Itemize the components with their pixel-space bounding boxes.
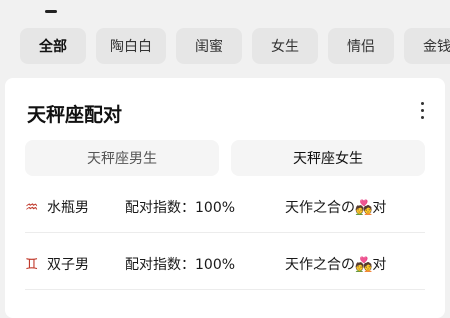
match-row[interactable]: ♒ 水瓶男 配对指数：100% 天作之合の💑对 (25, 183, 425, 231)
gemini-icon: ♊ (25, 255, 39, 273)
more-vertical-icon[interactable] (421, 102, 425, 120)
match-result: 天作之合の💑对 (285, 200, 387, 216)
male-sign: 双子男 (47, 257, 89, 273)
match-result: 天作之合の💑对 (285, 257, 387, 273)
match-score: 配对指数：100% (125, 200, 236, 216)
header-female: 天秤座女生 (231, 140, 425, 176)
row-divider (25, 289, 425, 290)
gender-header: 天秤座男生 天秤座女生 (25, 140, 425, 176)
aquarius-icon: ♒ (25, 198, 39, 216)
match-row[interactable]: ♊ 双子男 配对指数：100% 天作之合の💑对 (25, 240, 425, 288)
header-male: 天秤座男生 (25, 140, 219, 176)
match-score: 配对指数：100% (125, 257, 236, 273)
tab-money[interactable]: 金钱 (404, 28, 450, 64)
tab-bestie[interactable]: 闺蜜 (176, 28, 242, 64)
male-sign: 水瓶男 (47, 200, 89, 216)
tab-girls[interactable]: 女生 (252, 28, 318, 64)
tab-all[interactable]: 全部 (20, 28, 86, 64)
card-title: 天秤座配对 (27, 104, 123, 126)
category-tabs: 全部 陶白白 闺蜜 女生 情侣 金钱 (20, 28, 450, 64)
row-divider (25, 232, 425, 233)
tab-taobaibai[interactable]: 陶白白 (96, 28, 166, 64)
top-tab-indicator (45, 10, 57, 13)
tab-couples[interactable]: 情侣 (328, 28, 394, 64)
match-card: 天秤座配对 天秤座男生 天秤座女生 ♒ 水瓶男 配对指数：100% 天作之合の💑… (5, 78, 445, 318)
